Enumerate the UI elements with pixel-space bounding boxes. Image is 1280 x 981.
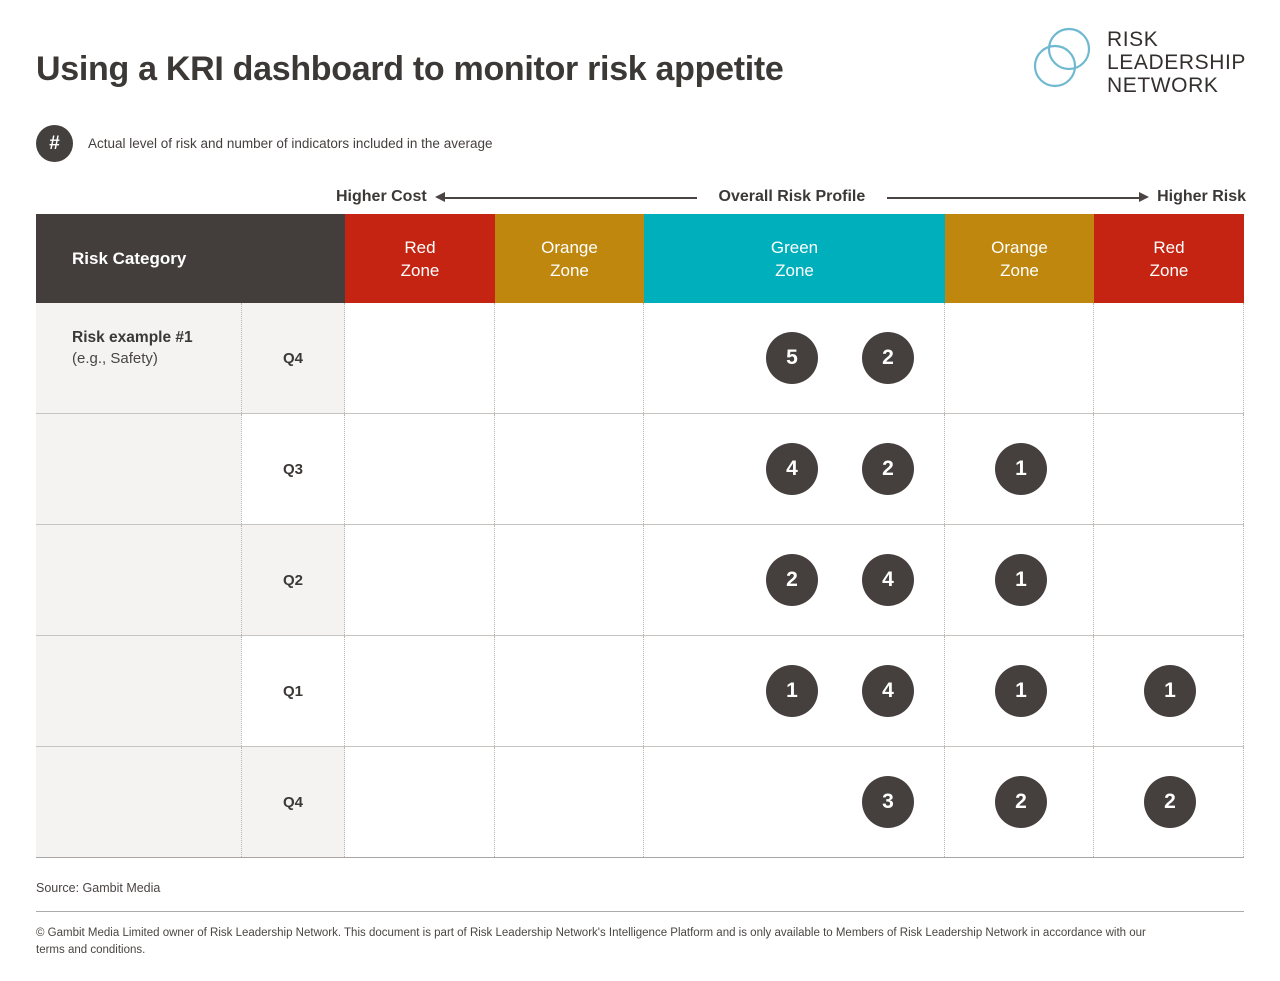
cell-orange-right: 1: [945, 525, 1094, 635]
zone-label-line2: Zone: [775, 260, 814, 280]
table-header-row: Risk Category Red Zone Orange Zone Green…: [36, 214, 1244, 303]
indicator-dot: 4: [862, 554, 914, 606]
cell-red-left: [345, 303, 495, 413]
logo-line-1: RISK: [1106, 28, 1159, 51]
risk-category-label: Risk example #1 (e.g., Safety): [72, 327, 193, 369]
indicator-dot: 3: [862, 776, 914, 828]
indicator-dot: 4: [862, 665, 914, 717]
table-bottom-border: [36, 857, 1244, 858]
cell-orange-right: 2: [945, 747, 1094, 857]
quarter-label: Q4: [241, 747, 345, 857]
cell-orange-left: [495, 303, 644, 413]
logo-wordmark: RISK LEADERSHIP NETWORK: [1107, 26, 1246, 97]
header-zone-red-left: Red Zone: [345, 214, 495, 303]
risk-category-cell: [36, 636, 241, 746]
zone-label-line1: Orange: [541, 237, 598, 257]
indicator-dot: 1: [995, 443, 1047, 495]
logo-line-2: LEADERSHIP: [1106, 51, 1246, 74]
zone-label-line2: Zone: [1149, 260, 1189, 280]
header-zone-green: Green Zone: [644, 214, 945, 303]
source-text: Source: Gambit Media: [36, 881, 161, 895]
risk-category-cell: [36, 414, 241, 524]
header-zone-red-right: Red Zone: [1094, 214, 1244, 303]
copyright-text: © Gambit Media Limited owner of Risk Lea…: [36, 927, 1146, 956]
indicator-dot: 1: [1144, 665, 1196, 717]
cell-orange-left: [495, 414, 644, 524]
cell-red-right: 1: [1094, 636, 1244, 746]
axis-label-left: Higher Cost: [336, 188, 427, 205]
cell-green: 3: [644, 747, 945, 857]
axis-arrow-left-icon: [435, 191, 707, 203]
cell-green: 5 2: [644, 303, 945, 413]
table-row: Q2 2 4 1: [36, 524, 1244, 635]
quarter-label: Q3: [241, 414, 345, 524]
header-zone-orange-right: Orange Zone: [945, 214, 1094, 303]
legend-hash-badge: #: [36, 125, 73, 162]
indicator-dot: 4: [766, 443, 818, 495]
cell-red-right: [1094, 525, 1244, 635]
cell-red-left: [345, 525, 495, 635]
indicator-dot: 2: [766, 554, 818, 606]
logo-circles-icon: [1031, 26, 1097, 92]
axis-label-center: Overall Risk Profile: [718, 188, 866, 205]
zone-label-line2: Zone: [1000, 260, 1039, 280]
zone-label-line1: Orange: [991, 237, 1048, 257]
cell-red-left: [345, 636, 495, 746]
cell-orange-left: [495, 636, 644, 746]
risk-matrix-table: Risk Category Red Zone Orange Zone Green…: [36, 214, 1244, 858]
zone-label-line2: Zone: [400, 260, 440, 280]
risk-profile-axis: Higher Cost Overall Risk Profile Higher …: [336, 185, 1246, 209]
cell-green: 4 2: [644, 414, 945, 524]
axis-arrow-right-icon: [877, 191, 1149, 203]
indicator-dot: 2: [995, 776, 1047, 828]
legend-text: Actual level of risk and number of indic…: [88, 136, 493, 151]
cell-red-right: [1094, 414, 1244, 524]
zone-label-line1: Red: [1153, 237, 1185, 257]
cell-red-right: [1094, 303, 1244, 413]
footer-divider: [36, 911, 1244, 912]
risk-category-name: Risk example #1: [72, 329, 193, 346]
risk-category-detail: (e.g., Safety): [72, 350, 158, 367]
indicator-dot: 2: [1144, 776, 1196, 828]
zone-label-line1: Green: [770, 237, 819, 257]
risk-category-cell: Risk example #1 (e.g., Safety): [36, 303, 241, 413]
page-title: Using a KRI dashboard to monitor risk ap…: [36, 50, 784, 88]
risk-category-cell: [36, 747, 241, 857]
table-row: Risk example #1 (e.g., Safety) Q4 5 2: [36, 303, 1244, 413]
indicator-dot: 1: [766, 665, 818, 717]
cell-red-left: [345, 414, 495, 524]
cell-red-left: [345, 747, 495, 857]
cell-orange-right: 1: [945, 414, 1094, 524]
legend: # Actual level of risk and number of ind…: [36, 125, 492, 162]
header-zone-orange-left: Orange Zone: [495, 214, 644, 303]
cell-orange-left: [495, 525, 644, 635]
header-risk-category: Risk Category: [36, 214, 345, 303]
quarter-label: Q1: [241, 636, 345, 746]
quarter-label: Q4: [241, 303, 345, 413]
cell-orange-right: 1: [945, 636, 1094, 746]
indicator-dot: 2: [862, 332, 914, 384]
indicator-dot: 2: [862, 443, 914, 495]
indicator-dot: 1: [995, 665, 1047, 717]
axis-label-right: Higher Risk: [1157, 188, 1247, 205]
logo-line-3: NETWORK: [1106, 74, 1219, 97]
cell-orange-left: [495, 747, 644, 857]
cell-green: 1 4: [644, 636, 945, 746]
table-row: Q3 4 2 1: [36, 413, 1244, 524]
indicator-dot: 1: [995, 554, 1047, 606]
quarter-label: Q2: [241, 525, 345, 635]
zone-label-line2: Zone: [550, 260, 589, 280]
table-row: Q4 3 2 2: [36, 746, 1244, 857]
table-row: Q1 1 4 1 1: [36, 635, 1244, 746]
cell-red-right: 2: [1094, 747, 1244, 857]
zone-label-line1: Red: [404, 237, 436, 257]
cell-orange-right: [945, 303, 1094, 413]
cell-green: 2 4: [644, 525, 945, 635]
brand-logo: RISK LEADERSHIP NETWORK: [1031, 26, 1246, 97]
risk-category-cell: [36, 525, 241, 635]
indicator-dot: 5: [766, 332, 818, 384]
